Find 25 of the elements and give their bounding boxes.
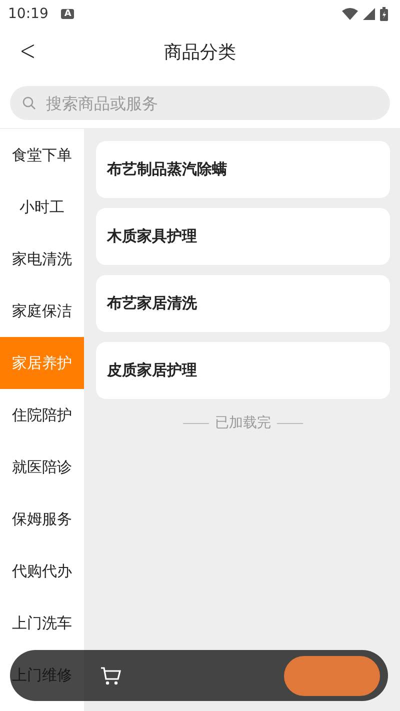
cart-icon[interactable] [100,666,122,686]
product-card[interactable]: 布艺制品蒸汽除螨 [96,141,390,198]
category-item[interactable]: 家电清洗 [0,233,84,285]
product-card[interactable]: 皮质家居护理 [96,342,390,399]
product-card[interactable]: 木质家具护理 [96,208,390,265]
back-button[interactable]: < [16,34,39,67]
notification-badge: A [61,9,74,19]
search-field[interactable]: 搜索商品或服务 [10,86,390,120]
page-title: 商品分类 [164,41,236,64]
search-icon [22,96,36,110]
checkout-button[interactable] [284,656,380,696]
category-item[interactable]: 住院陪护 [0,389,84,441]
status-time: 10:19 [8,6,48,22]
category-item[interactable]: 小时工 [0,181,84,233]
category-item[interactable]: 就医陪诊 [0,441,84,493]
category-item[interactable]: 家庭保洁 [0,285,84,337]
product-card[interactable]: 布艺家居清洗 [96,275,390,332]
category-item[interactable]: 保姆服务 [0,493,84,545]
wifi-icon [342,8,358,20]
signal-icon [363,8,375,20]
end-of-list-text: 已加载完 [215,414,271,432]
battery-icon [380,7,388,21]
category-item[interactable]: 代购代办 [0,545,84,597]
category-item[interactable]: 上门洗车 [0,597,84,649]
category-item[interactable]: 食堂下单 [0,129,84,181]
